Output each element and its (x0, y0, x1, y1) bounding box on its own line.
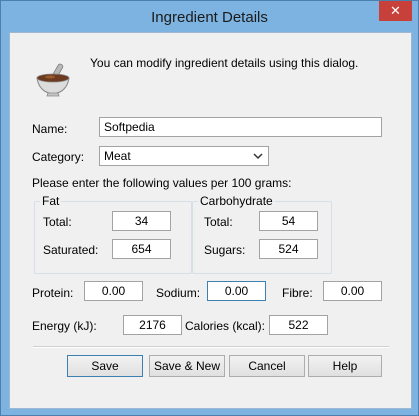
save-new-button[interactable]: Save & New (149, 355, 225, 377)
fat-saturated-label: Saturated: (43, 243, 99, 257)
help-button[interactable]: Help (308, 355, 382, 377)
category-label: Category: (32, 150, 85, 164)
fibre-label: Fibre: (282, 286, 313, 300)
fibre-input[interactable]: 0.00 (323, 281, 382, 301)
fat-group-title: Fat (40, 194, 62, 208)
window-title: Ingredient Details (151, 9, 268, 26)
fat-total-value: 34 (134, 214, 149, 228)
fat-group: Fat Total: 34 Saturated: 654 (34, 194, 192, 274)
protein-input[interactable]: 0.00 (84, 281, 143, 301)
carb-sugars-value: 524 (278, 242, 299, 256)
category-value: Meat (104, 149, 131, 163)
cancel-button[interactable]: Cancel (229, 355, 305, 377)
fibre-value: 0.00 (340, 284, 365, 298)
protein-label: Protein: (32, 286, 74, 300)
carbohydrate-group-title: Carbohydrate (198, 194, 275, 208)
carb-sugars-label: Sugars: (204, 243, 246, 257)
chevron-down-icon (253, 153, 263, 160)
calories-input[interactable]: 522 (269, 315, 328, 335)
save-button[interactable]: Save (67, 355, 143, 377)
fat-total-label: Total: (43, 215, 72, 229)
energy-input[interactable]: 2176 (123, 315, 182, 335)
energy-value: 2176 (139, 318, 166, 332)
sodium-input[interactable]: 0.00 (207, 281, 266, 301)
mortar-pestle-icon (36, 63, 70, 97)
sodium-label: Sodium: (156, 286, 201, 300)
dialog-body: You can modify ingredient details using … (9, 32, 412, 409)
carbohydrate-group: Carbohydrate Total: 54 Sugars: 524 (192, 194, 332, 274)
instructions-text: Please enter the following values per 10… (32, 176, 292, 190)
name-label: Name: (32, 122, 68, 136)
carb-total-value: 54 (281, 214, 296, 228)
sodium-value: 0.00 (224, 284, 249, 298)
fat-saturated-input[interactable]: 654 (112, 239, 171, 259)
close-button[interactable]: ✕ (379, 1, 412, 21)
header-message: You can modify ingredient details using … (90, 56, 359, 70)
calories-value: 522 (288, 318, 309, 332)
protein-value: 0.00 (101, 284, 126, 298)
dialog-window: Ingredient Details ✕ You can modify ingr… (0, 0, 419, 416)
name-value: Softpedia (104, 120, 155, 134)
calories-label: Calories (kcal): (185, 319, 266, 333)
carb-sugars-input[interactable]: 524 (259, 239, 318, 259)
category-select[interactable]: Meat (99, 146, 269, 166)
close-icon: ✕ (390, 3, 401, 18)
title-bar[interactable]: Ingredient Details ✕ (1, 1, 418, 31)
fat-total-input[interactable]: 34 (112, 211, 171, 231)
carb-total-label: Total: (204, 215, 233, 229)
name-input[interactable]: Softpedia (99, 117, 382, 137)
energy-label: Energy (kJ): (32, 319, 97, 333)
fat-saturated-value: 654 (131, 242, 152, 256)
carb-total-input[interactable]: 54 (259, 211, 318, 231)
button-separator (33, 346, 389, 348)
